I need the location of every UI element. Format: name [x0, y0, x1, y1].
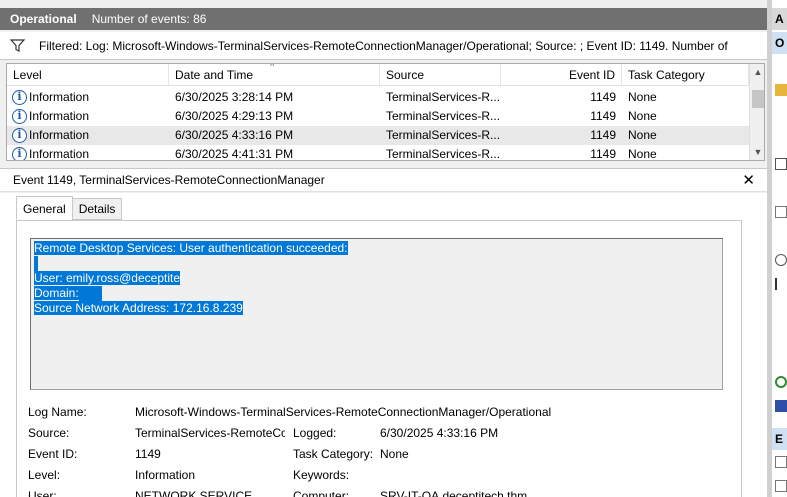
log-name-value: Microsoft-Windows-TerminalServices-Remot…: [135, 405, 552, 419]
row-source: TerminalServices-R...: [386, 109, 501, 123]
table-row[interactable]: i Information 6/30/2025 3:28:14 PM Termin…: [7, 88, 749, 107]
table-row[interactable]: i Information 6/30/2025 4:29:13 PM Termin…: [7, 107, 749, 126]
logged-value: 6/30/2025 4:33:16 PM: [380, 426, 499, 440]
grid-vertical-scrollbar[interactable]: ▲ ▼: [749, 64, 764, 160]
actions-pane-header: A: [772, 8, 787, 30]
event-detail-title: Event 1149, TerminalServices-RemoteConne…: [13, 173, 325, 187]
save-events-icon[interactable]: [775, 278, 787, 290]
row-category: None: [628, 109, 657, 123]
event-detail-body: General Details Remote Desktop Services:…: [0, 193, 767, 497]
event-message-box[interactable]: Remote Desktop Services: User authentica…: [30, 238, 723, 390]
find-icon[interactable]: [775, 254, 787, 266]
row-category: None: [628, 147, 657, 161]
log-title-bar: Operational Number of events: 86: [0, 8, 767, 30]
column-header-level[interactable]: Level: [7, 64, 169, 86]
events-grid[interactable]: Level Date and Time ^ Source Event ID Ta…: [6, 63, 765, 161]
attach-task-icon[interactable]: [775, 480, 787, 492]
task-category-label: Task Category:: [293, 447, 374, 461]
information-icon: i: [12, 90, 27, 106]
user-label: User:: [28, 489, 57, 497]
log-title: Operational: [10, 12, 77, 26]
scroll-up-icon[interactable]: ▲: [750, 64, 764, 80]
row-event-id: 1149: [590, 128, 616, 142]
column-header-event-id[interactable]: Event ID: [501, 64, 622, 86]
tab-general[interactable]: General: [16, 196, 73, 220]
open-log-icon[interactable]: [775, 84, 787, 96]
keywords-label: Keywords:: [293, 468, 350, 482]
sort-ascending-icon: ^: [270, 63, 275, 71]
information-icon: i: [12, 109, 27, 125]
column-header-source[interactable]: Source: [380, 64, 501, 86]
actions-section-operational[interactable]: O: [772, 32, 787, 54]
log-name-label: Log Name:: [28, 405, 87, 419]
table-row[interactable]: i Information 6/30/2025 4:41:31 PM Termin…: [7, 145, 749, 161]
general-tab-panel: Remote Desktop Services: User authentica…: [16, 220, 742, 497]
row-datetime: 6/30/2025 3:28:14 PM: [175, 90, 294, 104]
event-count: Number of events: 86: [91, 12, 207, 26]
actions-section-event[interactable]: E: [772, 428, 787, 450]
filter-icon: [10, 39, 25, 52]
row-source: TerminalServices-R...: [386, 147, 501, 161]
filter-description: Filtered: Log: Microsoft-Windows-Termina…: [39, 38, 728, 53]
row-source: TerminalServices-R...: [386, 90, 501, 104]
row-event-id: 1149: [590, 90, 616, 104]
row-level: Information: [29, 128, 90, 142]
row-category: None: [628, 128, 657, 142]
event-id-label: Event ID:: [28, 447, 78, 461]
task-category-value: None: [380, 447, 409, 461]
event-viewer-main: Operational Number of events: 86 Filtere…: [0, 0, 767, 497]
filter-log-icon[interactable]: [775, 158, 787, 170]
detail-tabs: General Details: [16, 196, 123, 220]
filter-bar: Filtered: Log: Microsoft-Windows-Termina…: [0, 32, 767, 60]
user-value: NETWORK SERVICE: [135, 489, 253, 497]
tab-details[interactable]: Details: [71, 198, 123, 220]
message-blank-line: [34, 256, 38, 271]
row-datetime: 6/30/2025 4:29:13 PM: [175, 109, 294, 123]
scroll-down-icon[interactable]: ▼: [750, 144, 764, 160]
event-id-value: 1149: [135, 447, 161, 461]
logged-label: Logged:: [293, 426, 337, 440]
message-line: User: emily.ross@deceptite: [34, 271, 181, 285]
source-label: Source:: [28, 426, 70, 440]
computer-label: Computer:: [293, 489, 350, 497]
row-event-id: 1149: [590, 109, 616, 123]
message-line: Remote Desktop Services: User authentica…: [34, 241, 348, 255]
row-level: Information: [29, 109, 90, 123]
properties-icon[interactable]: [775, 206, 787, 218]
information-icon: i: [12, 128, 27, 144]
row-source: TerminalServices-R...: [386, 128, 501, 142]
level-label: Level:: [28, 468, 61, 482]
actions-pane: A O E: [767, 0, 787, 497]
event-detail-header: Event 1149, TerminalServices-RemoteConne…: [0, 168, 767, 192]
information-icon: i: [12, 147, 27, 160]
message-line: Source Network Address: 172.16.8.239: [34, 301, 243, 315]
source-value: TerminalServices-RemoteCo: [135, 426, 285, 440]
scrollbar-thumb[interactable]: [752, 90, 764, 108]
help-icon[interactable]: [775, 400, 787, 412]
event-properties-icon[interactable]: [775, 456, 787, 468]
table-row-selected[interactable]: i Information 6/30/2025 4:33:16 PM Termin…: [7, 126, 749, 145]
refresh-icon[interactable]: [775, 376, 787, 388]
row-level: Information: [29, 147, 90, 161]
row-datetime: 6/30/2025 4:41:31 PM: [175, 147, 294, 161]
column-header-date-time[interactable]: Date and Time: [169, 64, 380, 86]
message-line: Domain:: [34, 286, 79, 300]
close-icon[interactable]: ✕: [742, 171, 755, 189]
row-event-id: 1149: [590, 147, 616, 161]
grid-header: Level Date and Time ^ Source Event ID Ta…: [7, 64, 749, 86]
row-datetime: 6/30/2025 4:33:16 PM: [175, 128, 294, 142]
computer-value: SRV-IT-QA.deceptitech.thm: [380, 489, 528, 497]
column-header-task-category[interactable]: Task Category: [622, 64, 749, 86]
row-level: Information: [29, 90, 90, 104]
level-value: Information: [135, 468, 196, 482]
row-category: None: [628, 90, 657, 104]
